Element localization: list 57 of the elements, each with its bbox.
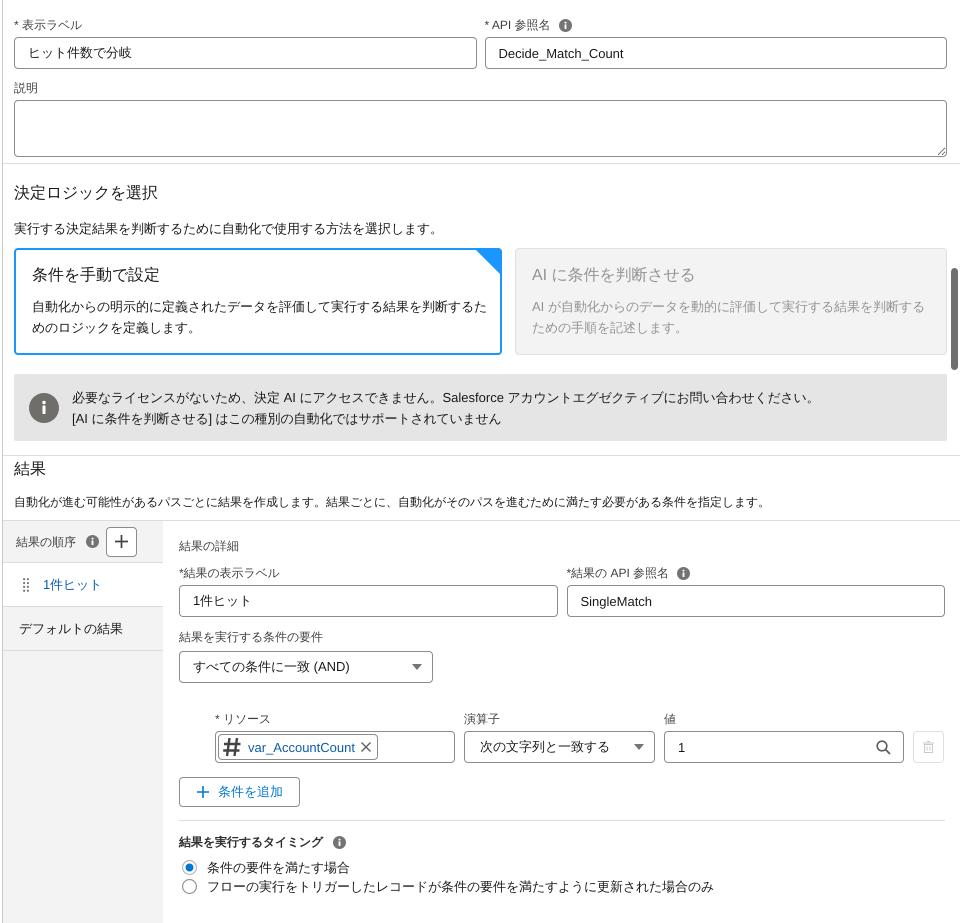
trash-icon [923, 741, 934, 753]
field-label: *結果の API 参照名 [566, 565, 670, 582]
info-icon[interactable] [558, 18, 572, 32]
radio-label[interactable]: フローの実行をトリガーしたレコードが条件の要件を満たすように更新された場合のみ [207, 877, 714, 896]
requirement-select[interactable]: すべての条件に一致 (AND) [179, 651, 433, 683]
outcome-item[interactable]: デフォルトの結果 [3, 607, 163, 651]
section-description: 自動化が進む可能性があるパスごとに結果を作成します。結果ごとに、自動化がそのパスを進むために満たす必要がある条件を指定します。 [14, 494, 771, 511]
radio-button[interactable] [182, 860, 197, 875]
drag-handle-icon[interactable] [23, 578, 29, 592]
text-field[interactable]: SingleMatch [566, 585, 945, 617]
logic-option-card[interactable]: 条件を手動で設定 自動化からの明示的に定義されたデータを評価して実行する結果を判断するためのロジックを定義します。 [14, 248, 502, 355]
search-icon [876, 740, 891, 754]
notice-text: [AI に条件を判断させる] はこの種別の自動化ではサポートされていません [72, 410, 503, 428]
field-label: * 表示ラベル [14, 17, 82, 34]
field-label: * リソース [215, 711, 272, 728]
card-description: AI が自動化からのデータを動的に評価して実行する結果を判断するための手順を記述します。 [532, 298, 926, 337]
field-label: 結果を実行するタイミング [179, 834, 323, 851]
field-label: * API 参照名 [484, 17, 551, 34]
card-description: 自動化からの明示的に定義されたデータを評価して実行する結果を判断するためのロジックを定義します。 [32, 298, 488, 337]
radio-button[interactable] [182, 879, 197, 894]
panel-label: 結果の順序 [16, 534, 76, 550]
plus-icon [197, 786, 209, 798]
description-field[interactable] [14, 100, 947, 157]
resource-pill[interactable]: var_AccountCount [218, 734, 378, 760]
radio-label[interactable]: 条件の要件を満たす場合 [207, 858, 350, 877]
add-condition-button[interactable]: 条件を追加 [179, 777, 300, 807]
field-label: *結果の表示ラベル [179, 565, 280, 582]
field-label: 説明 [14, 80, 38, 97]
caret-icon [412, 664, 422, 670]
value-field[interactable]: 1 [664, 731, 904, 763]
scrollbar-thumb[interactable] [951, 268, 958, 370]
outcome-item[interactable]: 1件ヒット [3, 563, 163, 607]
hash-icon [222, 737, 242, 757]
field-label: 値 [664, 711, 677, 728]
notice-text: 必要なライセンスがないため、決定 AI にアクセスできません。Salesforce アカウントエグゼクティブにお問い合わせください。 [72, 388, 820, 406]
card-title: 条件を手動で設定 [32, 266, 161, 286]
plus-icon [115, 535, 128, 548]
section-heading: 結果 [14, 460, 47, 480]
section-label: 結果の詳細 [179, 538, 240, 555]
operator-select[interactable]: 次の文字列と一致する [464, 731, 655, 763]
caret-icon [634, 744, 644, 750]
close-icon[interactable] [360, 742, 371, 752]
text-field[interactable]: 1件ヒット [179, 585, 558, 617]
triangle-icon [474, 248, 502, 276]
section-description: 実行する決定結果を判断するために自動化で使用する方法を選択します。 [14, 220, 444, 238]
text-field[interactable]: Decide_Match_Count [484, 37, 947, 69]
info-icon[interactable] [333, 836, 346, 848]
section-heading: 決定ロジックを選択 [14, 184, 159, 204]
info-icon[interactable] [677, 566, 690, 580]
field-label: 演算子 [464, 711, 501, 728]
info-icon[interactable] [86, 535, 99, 548]
resource-field[interactable]: var_AccountCount [215, 731, 455, 763]
text-field[interactable]: ヒット件数で分岐 [14, 37, 476, 69]
info-icon [29, 392, 59, 422]
card-title: AI に条件を判断させる [532, 266, 697, 286]
add-outcome-button[interactable] [106, 526, 137, 556]
field-label: 結果を実行する条件の要件 [179, 629, 323, 646]
